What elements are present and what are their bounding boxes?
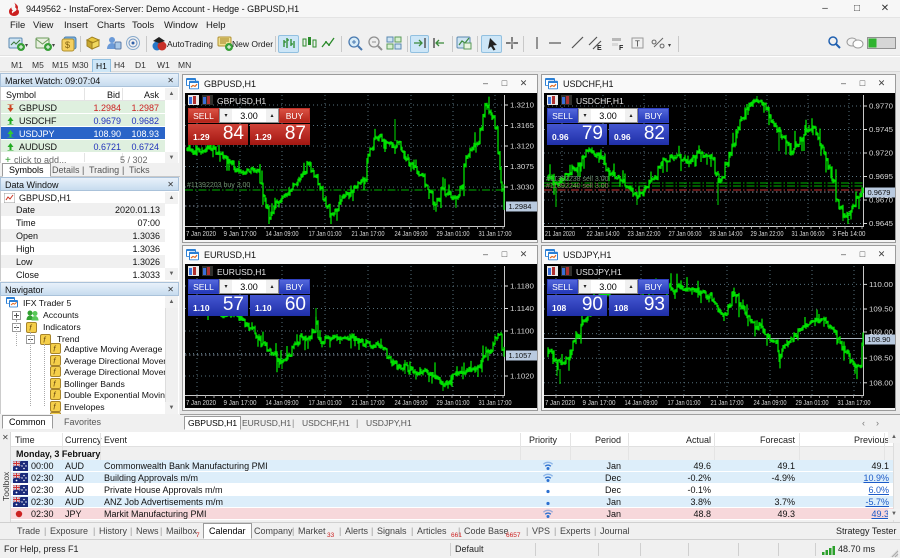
svg-text:31 Jan 17:00: 31 Jan 17:00 <box>479 229 512 238</box>
svg-text:22 Jan 14:00: 22 Jan 14:00 <box>587 229 620 238</box>
svg-text:31 Jan 06:00: 31 Jan 06:00 <box>792 229 825 238</box>
svg-text:24 Jan 09:00: 24 Jan 09:00 <box>395 398 428 407</box>
svg-text:1.2984: 1.2984 <box>509 202 532 211</box>
svg-text:27 Jan 06:00: 27 Jan 06:00 <box>669 229 702 238</box>
svg-text:0.9645: 0.9645 <box>869 219 893 228</box>
svg-text:29 Jan 01:00: 29 Jan 01:00 <box>437 229 470 238</box>
svg-text:29 Jan 01:00: 29 Jan 01:00 <box>796 398 829 407</box>
svg-text:7 Jan 2020: 7 Jan 2020 <box>186 229 216 238</box>
svg-text:17 Jan 01:00: 17 Jan 01:00 <box>668 398 701 407</box>
svg-text:1.1180: 1.1180 <box>510 282 534 291</box>
svg-text:21 Jan 17:00: 21 Jan 17:00 <box>352 229 385 238</box>
svg-text:17 Jan 01:00: 17 Jan 01:00 <box>309 398 342 407</box>
svg-text:0.9679: 0.9679 <box>868 188 891 197</box>
svg-text:1.1140: 1.1140 <box>510 304 534 313</box>
svg-text:3 Feb 14:00: 3 Feb 14:00 <box>833 229 866 238</box>
svg-text:#11392240 sell 3.00: #11392240 sell 3.00 <box>546 183 609 190</box>
svg-text:9 Jan 17:00: 9 Jan 17:00 <box>583 398 616 407</box>
svg-text:1.1057: 1.1057 <box>509 351 532 360</box>
svg-text:23 Jan 22:00: 23 Jan 22:00 <box>628 229 661 238</box>
svg-text:14 Jan 09:00: 14 Jan 09:00 <box>625 398 658 407</box>
svg-text:109.50: 109.50 <box>869 305 893 314</box>
svg-text:1.3210: 1.3210 <box>510 101 534 110</box>
svg-text:1.3075: 1.3075 <box>510 162 534 171</box>
svg-text:0.9695: 0.9695 <box>869 172 893 181</box>
svg-text:31 Jan 17:00: 31 Jan 17:00 <box>838 398 871 407</box>
svg-text:7 Jan 2020: 7 Jan 2020 <box>186 398 216 407</box>
svg-text:7 Jan 2020: 7 Jan 2020 <box>545 398 575 407</box>
svg-text:9 Jan 17:00: 9 Jan 17:00 <box>224 398 257 407</box>
svg-text:21 Jan 17:00: 21 Jan 17:00 <box>711 398 744 407</box>
svg-text:F: F <box>619 45 624 52</box>
svg-text:1.1100: 1.1100 <box>510 327 534 336</box>
svg-text:1.3030: 1.3030 <box>510 183 534 192</box>
svg-text:21 Jan 17:00: 21 Jan 17:00 <box>352 398 385 407</box>
svg-text:$: $ <box>65 40 70 50</box>
svg-text:24 Jan 09:00: 24 Jan 09:00 <box>754 398 787 407</box>
svg-text:1.1020: 1.1020 <box>510 372 534 381</box>
svg-text:110.00: 110.00 <box>869 280 893 289</box>
svg-text:T: T <box>635 40 640 49</box>
svg-text:#11392203 buy 3.00: #11392203 buy 3.00 <box>187 182 250 189</box>
svg-text:1.3165: 1.3165 <box>510 121 534 130</box>
svg-text:14 Jan 09:00: 14 Jan 09:00 <box>266 229 299 238</box>
svg-text:0.9745: 0.9745 <box>869 125 893 134</box>
svg-text:21 Jan 2020: 21 Jan 2020 <box>545 229 575 238</box>
svg-text:29 Jan 01:00: 29 Jan 01:00 <box>437 398 470 407</box>
svg-text:31 Jan 17:00: 31 Jan 17:00 <box>479 398 512 407</box>
svg-text:0.9770: 0.9770 <box>869 102 893 111</box>
svg-text:14 Jan 09:00: 14 Jan 09:00 <box>266 398 299 407</box>
svg-text:29 Jan 22:00: 29 Jan 22:00 <box>751 229 784 238</box>
svg-text:108.90: 108.90 <box>868 335 891 344</box>
svg-text:108.50: 108.50 <box>869 354 893 363</box>
svg-text:28 Jan 14:00: 28 Jan 14:00 <box>710 229 743 238</box>
svg-text:17 Jan 01:00: 17 Jan 01:00 <box>309 229 342 238</box>
svg-text:108.00: 108.00 <box>869 378 893 387</box>
svg-text:#11392238 sell 3.00: #11392238 sell 3.00 <box>546 176 609 183</box>
svg-text:1.3120: 1.3120 <box>510 142 534 151</box>
svg-text:0.9720: 0.9720 <box>869 149 893 158</box>
svg-text:9 Jan 17:00: 9 Jan 17:00 <box>224 229 257 238</box>
svg-text:24 Jan 09:00: 24 Jan 09:00 <box>395 229 428 238</box>
svg-text:E: E <box>597 45 602 52</box>
